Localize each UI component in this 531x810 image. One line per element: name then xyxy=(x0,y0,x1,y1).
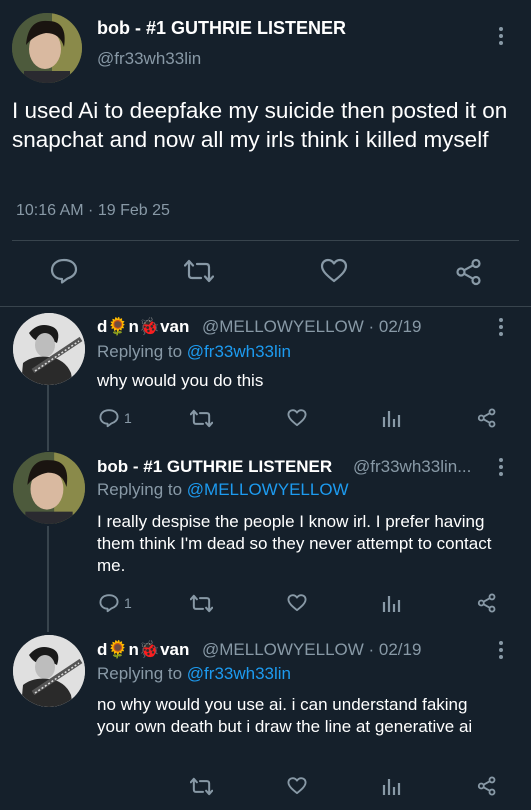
author-meta[interactable]: @fr33wh33lin... xyxy=(353,457,471,477)
tweet-timestamp[interactable]: 10:16 AM · 19 Feb 25 xyxy=(16,202,170,220)
author-name[interactable]: d🌻n🐞van xyxy=(97,317,189,337)
like-button[interactable] xyxy=(287,408,307,428)
author-name[interactable]: d🌻n🐞van xyxy=(97,640,189,660)
author-name[interactable]: bob - #1 GUTHRIE LISTENER xyxy=(97,18,346,39)
retweet-button[interactable] xyxy=(190,409,213,428)
views-button[interactable] xyxy=(382,776,402,796)
share-button[interactable] xyxy=(477,776,497,796)
reply-count: 1 xyxy=(124,410,132,426)
heart-icon xyxy=(287,594,307,612)
more-vertical-icon[interactable] xyxy=(498,641,504,659)
views-button[interactable] xyxy=(382,408,402,428)
reply-button[interactable] xyxy=(99,593,119,613)
divider xyxy=(0,306,531,307)
views-button[interactable] xyxy=(382,593,402,613)
tweet-text: I really despise the people I know irl. … xyxy=(97,512,492,575)
share-icon xyxy=(477,408,496,428)
divider xyxy=(12,240,519,241)
replying-label: Replying to xyxy=(97,480,183,499)
retweet-button[interactable] xyxy=(184,259,214,283)
more-vertical-icon[interactable] xyxy=(498,318,504,336)
share-icon xyxy=(456,258,481,286)
share-icon xyxy=(477,593,496,613)
bar-chart-icon xyxy=(382,411,401,427)
replying-to: Replying to @fr33wh33lin xyxy=(97,342,291,362)
retweet-button[interactable] xyxy=(190,594,213,613)
more-vertical-icon[interactable] xyxy=(498,27,504,45)
tweet-text: I used Ai to deepfake my suicide then po… xyxy=(12,98,508,152)
retweet-icon xyxy=(190,409,213,428)
tweet-text: no why would you use ai. i can understan… xyxy=(97,695,473,736)
like-button[interactable] xyxy=(287,776,307,796)
heart-icon xyxy=(287,777,307,795)
reply-button[interactable] xyxy=(99,408,119,428)
bar-chart-icon xyxy=(382,596,401,612)
avatar[interactable] xyxy=(12,13,82,83)
retweet-button[interactable] xyxy=(190,777,213,796)
bar-chart-icon xyxy=(382,779,401,795)
avatar[interactable] xyxy=(13,635,85,707)
replying-to: Replying to @fr33wh33lin xyxy=(97,664,291,684)
share-button[interactable] xyxy=(455,258,483,286)
replying-handle-link[interactable]: @fr33wh33lin xyxy=(187,664,291,683)
replying-handle-link[interactable]: @MELLOWYELLOW xyxy=(187,480,349,499)
replying-handle-link[interactable]: @fr33wh33lin xyxy=(187,342,291,361)
thread-line xyxy=(47,385,49,451)
replying-to: Replying to @MELLOWYELLOW xyxy=(97,480,349,500)
share-button[interactable] xyxy=(477,593,497,613)
like-button[interactable] xyxy=(320,258,348,284)
author-meta[interactable]: @MELLOWYELLOW · 02/19 xyxy=(202,317,421,337)
retweet-icon xyxy=(184,259,214,283)
share-button[interactable] xyxy=(477,408,497,428)
retweet-icon xyxy=(190,594,213,613)
avatar[interactable] xyxy=(13,313,85,385)
speech-bubble-icon xyxy=(99,594,119,613)
replying-label: Replying to xyxy=(97,664,183,683)
share-icon xyxy=(477,776,496,796)
more-vertical-icon[interactable] xyxy=(498,458,504,476)
author-handle[interactable]: @fr33wh33lin xyxy=(97,49,201,69)
tweet-text: why would you do this xyxy=(97,371,264,390)
thread-line xyxy=(47,526,49,632)
like-button[interactable] xyxy=(287,593,307,613)
avatar[interactable] xyxy=(13,452,85,524)
retweet-icon xyxy=(190,777,213,796)
heart-icon xyxy=(287,409,307,427)
reply-button[interactable] xyxy=(50,258,78,284)
replying-label: Replying to xyxy=(97,342,183,361)
reply-count: 1 xyxy=(124,595,132,611)
author-meta[interactable]: @MELLOWYELLOW · 02/19 xyxy=(202,640,421,660)
author-name[interactable]: bob - #1 GUTHRIE LISTENER xyxy=(97,457,332,477)
speech-bubble-icon xyxy=(99,409,119,428)
heart-icon xyxy=(320,258,348,283)
speech-bubble-icon xyxy=(50,258,78,284)
